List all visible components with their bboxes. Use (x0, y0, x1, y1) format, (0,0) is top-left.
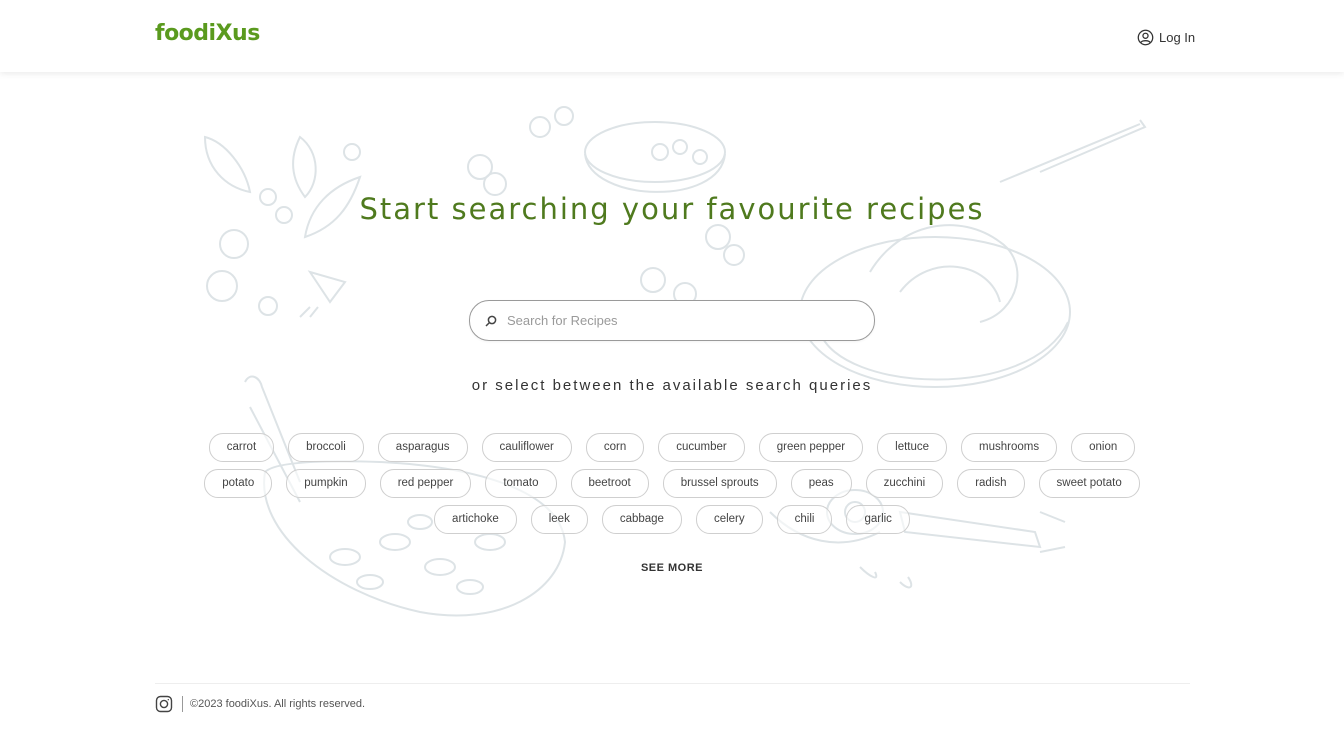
logo[interactable]: foodiXus (155, 21, 260, 46)
query-tag[interactable]: asparagus (377, 433, 468, 462)
search-input[interactable] (505, 304, 849, 337)
copyright-text: ©2023 foodiXus. All rights reserved. (190, 698, 366, 710)
query-tag[interactable]: beetroot (570, 469, 649, 498)
query-tag[interactable]: leek (530, 505, 588, 534)
food-illustration-background (203, 106, 1147, 617)
footer-divider (155, 683, 1190, 684)
query-tag[interactable]: potato (204, 469, 273, 498)
query-tag[interactable]: chili (776, 505, 833, 534)
header: foodiXus Log In (0, 0, 1344, 72)
user-circle-icon (1137, 29, 1154, 46)
search-icon (485, 315, 497, 327)
query-tag[interactable]: zucchini (865, 469, 944, 498)
query-tag[interactable]: sweet potato (1038, 469, 1140, 498)
query-tag[interactable]: tomato (485, 469, 557, 498)
search-queries-subtitle: or select between the available search q… (471, 377, 873, 394)
search-query-tags: carrot broccoli asparagus cauliflower corn cu… (170, 433, 1174, 534)
instagram-icon[interactable] (155, 695, 173, 713)
search-box[interactable] (469, 300, 875, 341)
query-tag[interactable]: garlic (846, 505, 910, 534)
query-tag[interactable]: lettuce (877, 433, 948, 462)
query-tag[interactable]: broccoli (288, 433, 364, 462)
query-tag[interactable]: pumpkin (286, 469, 366, 498)
query-tag[interactable]: radish (957, 469, 1025, 498)
query-tag[interactable]: brussel sprouts (662, 469, 777, 498)
query-tag[interactable]: artichoke (434, 505, 517, 534)
query-tag[interactable]: onion (1071, 433, 1136, 462)
query-tag[interactable]: celery (695, 505, 763, 534)
page-title: Start searching your favourite recipes (359, 192, 985, 226)
login-button[interactable]: Log In (1137, 27, 1195, 47)
query-tag[interactable]: peas (790, 469, 852, 498)
footer: ©2023 foodiXus. All rights reserved. (155, 694, 365, 714)
query-tag[interactable]: green pepper (758, 433, 864, 462)
query-tag[interactable]: cabbage (601, 505, 682, 534)
query-tag[interactable]: carrot (208, 433, 275, 462)
login-label: Log In (1159, 29, 1196, 45)
see-more-button[interactable]: SEE MORE (622, 562, 722, 574)
query-tag[interactable]: cauliflower (481, 433, 572, 462)
query-tag[interactable]: cucumber (658, 433, 745, 462)
footer-separator (182, 696, 183, 712)
query-tag[interactable]: mushrooms (961, 433, 1058, 462)
query-tag[interactable]: red pepper (379, 469, 472, 498)
query-tag[interactable]: corn (585, 433, 645, 462)
